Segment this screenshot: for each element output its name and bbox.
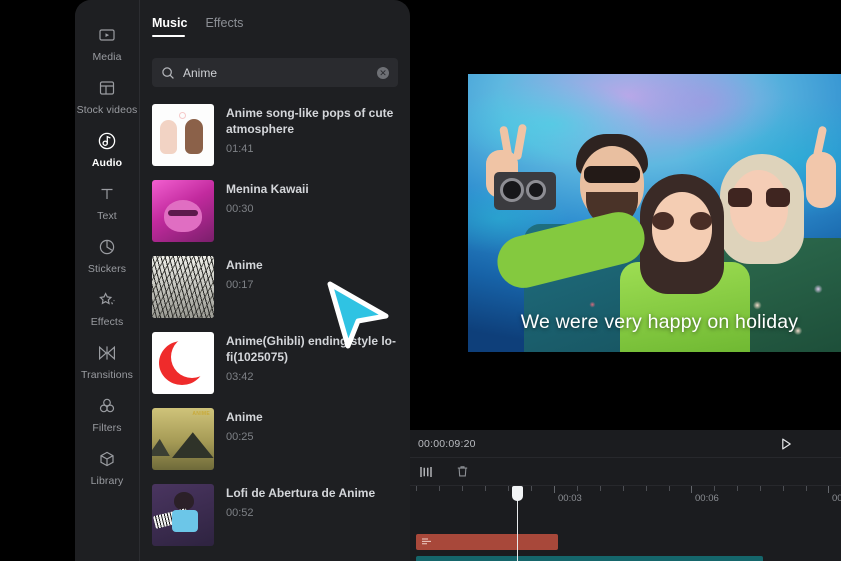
preview-figure-woman2-sunglasses <box>728 188 790 207</box>
ruler-label: 00:03 <box>558 493 582 504</box>
timeline-panel: 00:00:09:20 00:03 00:06 00 <box>410 430 841 561</box>
sidebar-item-label: Effects <box>90 316 124 328</box>
thumb-badge: ANIME <box>192 411 210 417</box>
sidebar-item-label: Library <box>90 475 124 487</box>
preview-camera-lens-2 <box>526 180 546 200</box>
stock-videos-icon <box>98 77 116 99</box>
sidebar-item-label: Audio <box>91 157 123 169</box>
audio-wave-icon <box>416 537 433 548</box>
timeline-toolbar <box>410 458 841 486</box>
track-meta: Anime song-like pops of cute atmosphere … <box>226 102 400 155</box>
sidebar-item-label: Stock videos <box>76 104 138 116</box>
delete-icon[interactable] <box>452 462 472 482</box>
list-item[interactable]: Anime 00:17 <box>140 250 410 326</box>
track-duration: 01:41 <box>226 143 254 155</box>
video-caption: We were very happy on holiday <box>520 311 799 333</box>
track-title: Anime <box>226 410 263 424</box>
track-meta: Anime(Ghibli) ending style lo-fi(1025075… <box>226 330 400 383</box>
search-icon <box>161 66 175 80</box>
playhead-ruler-line[interactable] <box>512 486 523 513</box>
split-icon[interactable] <box>416 462 436 482</box>
preview-camera-lens-1 <box>500 178 524 202</box>
sidebar-item-label: Filters <box>92 422 122 434</box>
track-title: Lofi de Abertura de Anime <box>226 486 376 500</box>
track-meta: Menina Kawaii 00:30 <box>226 178 400 215</box>
playhead[interactable] <box>517 508 518 561</box>
list-item[interactable]: ANIME Anime 00:25 <box>140 402 410 478</box>
preview-figure-man-sunglasses <box>584 166 640 183</box>
media-icon <box>98 24 116 46</box>
playhead-handle[interactable] <box>512 486 523 501</box>
sidebar-item-filters[interactable]: Filters <box>75 387 140 440</box>
track-duration: 00:30 <box>226 203 254 215</box>
list-item[interactable]: Anime(Ghibli) ending style lo-fi(1025075… <box>140 326 410 402</box>
sidebar-item-label: Stickers <box>87 263 127 275</box>
timeline-clip-audio[interactable] <box>416 534 558 550</box>
list-item[interactable]: Anime song-like pops of cute atmosphere … <box>140 98 410 174</box>
track-meta: Anime 00:17 <box>226 254 400 291</box>
track-thumbnail: ANIME <box>152 408 214 470</box>
sidebar-item-label: Media <box>92 51 122 63</box>
track-title: Menina Kawaii <box>226 182 309 196</box>
audio-browser: Music Effects Anime ✕ Anime song-like po… <box>140 0 410 561</box>
clear-icon[interactable]: ✕ <box>377 66 389 79</box>
filters-icon <box>98 395 116 417</box>
track-thumbnail <box>152 180 214 242</box>
track-title: Anime <box>226 258 263 272</box>
timeline-ruler[interactable]: 00:03 00:06 00:09 <box>410 486 841 508</box>
editor-window: Media Stock videos Audio Text Stickers E… <box>0 0 841 561</box>
sidebar-item-audio[interactable]: Audio <box>75 122 140 175</box>
tab-effects[interactable]: Effects <box>205 16 243 37</box>
left-panel: Media Stock videos Audio Text Stickers E… <box>75 0 410 561</box>
track-meta: Lofi de Abertura de Anime 00:52 <box>226 482 400 519</box>
sidebar-item-stock-videos[interactable]: Stock videos <box>75 69 140 122</box>
effects-icon <box>98 289 116 311</box>
list-item[interactable]: Menina Kawaii 00:30 <box>140 174 410 250</box>
search-bar[interactable]: Anime ✕ <box>152 58 398 87</box>
timeline-header: 00:00:09:20 <box>410 430 841 458</box>
track-duration: 00:25 <box>226 431 254 443</box>
sidebar-item-text[interactable]: Text <box>75 175 140 228</box>
preview-area: We were very happy on holiday <box>410 0 841 430</box>
sidebar-item-library[interactable]: Library <box>75 440 140 493</box>
tool-rail: Media Stock videos Audio Text Stickers E… <box>75 0 140 561</box>
stickers-icon <box>98 236 116 258</box>
track-title: Anime song-like pops of cute atmosphere <box>226 106 394 136</box>
track-thumbnail <box>152 332 214 394</box>
track-thumbnail <box>152 104 214 166</box>
transitions-icon <box>97 342 117 364</box>
track-meta: Anime 00:25 <box>226 406 400 443</box>
current-time: 00:00:09:20 <box>418 438 476 450</box>
music-results-list[interactable]: Anime song-like pops of cute atmosphere … <box>140 98 410 561</box>
sidebar-item-transitions[interactable]: Transitions <box>75 334 140 387</box>
library-icon <box>98 448 116 470</box>
audio-icon <box>97 130 117 152</box>
browser-tabs: Music Effects <box>140 0 410 37</box>
text-icon <box>98 183 116 205</box>
sidebar-item-effects[interactable]: Effects <box>75 281 140 334</box>
timeline-clip-video[interactable]: 403136_Woman,_Camera,_Retro,_Looking_At_… <box>416 556 763 561</box>
list-item[interactable]: Lofi de Abertura de Anime 00:52 <box>140 478 410 554</box>
timeline-tracks[interactable]: 403136_Woman,_Camera,_Retro,_Looking_At_… <box>410 508 841 561</box>
track-title: Anime(Ghibli) ending style lo-fi(1025075… <box>226 334 397 364</box>
play-icon[interactable] <box>778 436 794 452</box>
ruler-label: 00:09 <box>832 493 841 504</box>
track-thumbnail <box>152 256 214 318</box>
tab-music[interactable]: Music <box>152 16 187 37</box>
preview-figure-woman2-hand <box>806 152 836 208</box>
video-preview[interactable]: We were very happy on holiday <box>468 74 841 352</box>
sidebar-item-label: Transitions <box>80 369 134 381</box>
sidebar-item-stickers[interactable]: Stickers <box>75 228 140 281</box>
preview-figure-woman1-sunglasses <box>652 212 712 230</box>
search-input[interactable]: Anime <box>183 66 377 80</box>
sidebar-item-label: Text <box>97 210 117 222</box>
track-duration: 00:17 <box>226 279 254 291</box>
sidebar-item-media[interactable]: Media <box>75 16 140 69</box>
track-thumbnail <box>152 484 214 546</box>
ruler-label: 00:06 <box>695 493 719 504</box>
track-duration: 03:42 <box>226 371 254 383</box>
track-duration: 00:52 <box>226 507 254 519</box>
